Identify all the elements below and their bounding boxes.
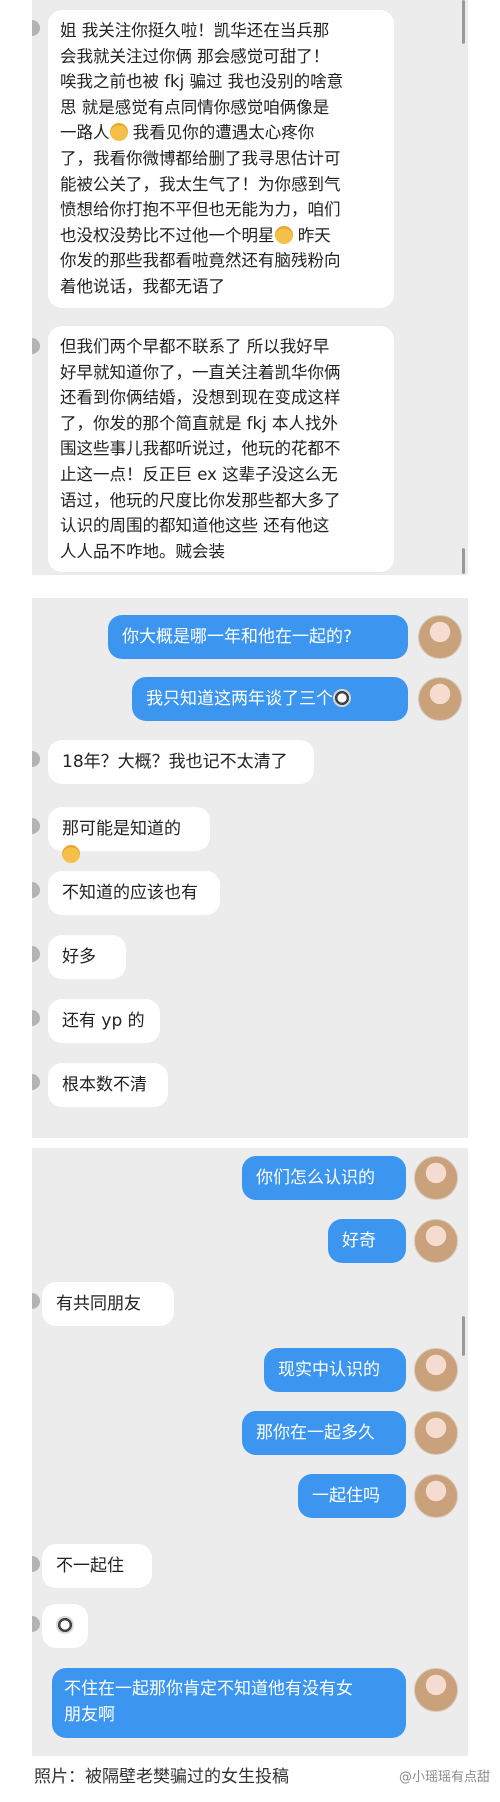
- message-line: 人人品不咋地。贼会装: [60, 541, 225, 561]
- outgoing-message-bubble[interactable]: 你们怎么认识的: [242, 1156, 406, 1200]
- message-line: 唉我之前也被 fkj 骗过 我也没别的啥意: [60, 72, 344, 92]
- incoming-message-bubble[interactable]: 那可能是知道的: [48, 807, 210, 863]
- message-line: 愤想给你打抱不平但也无能为力，咱们: [60, 200, 341, 220]
- scrollbar[interactable]: [462, 0, 465, 44]
- outgoing-message-bubble[interactable]: 我只知道这两年谈了三个: [132, 677, 408, 721]
- message-line: 认识的周围的都知道他这些 还有他这: [60, 516, 330, 536]
- avatar-edge: [32, 882, 40, 898]
- avatar-edge: [32, 1616, 40, 1632]
- avatar[interactable]: [418, 677, 462, 721]
- avatar[interactable]: [414, 1156, 458, 1200]
- message-line: 了，我看你微博都给删了我寻思估计可: [60, 148, 341, 168]
- message-line: 语过，他玩的尺度比你发那些都大多了: [60, 490, 341, 510]
- incoming-message-bubble[interactable]: 不一起住: [42, 1544, 152, 1588]
- husky-emoji-icon: [333, 689, 351, 707]
- outgoing-message-bubble[interactable]: 那你在一起多久: [242, 1411, 406, 1455]
- message-line: 不住在一起那你肯定不知道他有没有女: [64, 1679, 353, 1699]
- avatar-edge: [32, 946, 40, 962]
- message-line: 能被公关了，我太生气了！为你感到气: [60, 174, 341, 194]
- message-line: 着他说话，我都无语了: [60, 276, 225, 296]
- message-line: 也没权没势比不过他一个明星 昨天: [60, 225, 331, 245]
- chat-panel-3: 你们怎么认识的 好奇 有共同朋友 现实中认识的 那你在一起多久 一起住吗 不一起…: [32, 1148, 468, 1756]
- outgoing-message-bubble[interactable]: 不住在一起那你肯定不知道他有没有女 朋友啊: [52, 1668, 406, 1738]
- chat-panel-1: 姐 我关注你挺久啦！凯华还在当兵那 会我就关注过你俩 那会感觉可甜了！ 唉我之前…: [32, 0, 468, 575]
- avatar-edge: [32, 1010, 40, 1026]
- outgoing-message-bubble[interactable]: 你大概是哪一年和他在一起的?: [108, 615, 408, 659]
- message-line: 围这些事儿我都听说过，他玩的花都不: [60, 439, 341, 459]
- scrollbar[interactable]: [462, 1316, 465, 1356]
- message-line: 你发的那些我都看啦竟然还有脑残粉向: [60, 251, 341, 271]
- incoming-message-bubble[interactable]: 还有 yp 的: [48, 999, 160, 1043]
- avatar[interactable]: [414, 1348, 458, 1392]
- avatar-edge: [32, 1074, 40, 1090]
- sleepy-emoji-icon: [274, 225, 293, 244]
- avatar-edge: [32, 20, 40, 36]
- incoming-message-bubble[interactable]: [42, 1604, 88, 1648]
- laughing-emoji-icon: [62, 845, 80, 863]
- message-line: 好早就知道你了，一直关注着凯华你俩: [60, 362, 341, 382]
- avatar-edge: [32, 751, 40, 767]
- avatar[interactable]: [414, 1219, 458, 1263]
- message-line: 一路人 我看见你的遭遇太心疼你: [60, 123, 315, 143]
- incoming-message-bubble[interactable]: 不知道的应该也有: [48, 871, 220, 915]
- incoming-message-bubble[interactable]: 但我们两个早都不联系了 所以我好早 好早就知道你了，一直关注着凯华你俩 还看到你…: [48, 326, 394, 573]
- incoming-message-bubble[interactable]: 姐 我关注你挺久啦！凯华还在当兵那 会我就关注过你俩 那会感觉可甜了！ 唉我之前…: [48, 10, 394, 308]
- outgoing-message-bubble[interactable]: 现实中认识的: [264, 1348, 406, 1392]
- avatar-edge: [32, 1293, 40, 1309]
- avatar[interactable]: [414, 1668, 458, 1712]
- avatar[interactable]: [418, 615, 462, 659]
- message-line: 止这一点！反正巨 ex 这辈子没这么无: [60, 464, 338, 484]
- incoming-message-bubble[interactable]: 18年？大概？我也记不太清了: [48, 740, 314, 784]
- message-line: 思 就是感觉有点同情你感觉咱俩像是: [60, 97, 330, 117]
- incoming-message-bubble[interactable]: 好多: [48, 935, 126, 979]
- incoming-message-bubble[interactable]: 有共同朋友: [42, 1282, 174, 1326]
- avatar[interactable]: [414, 1474, 458, 1518]
- avatar-edge: [32, 338, 40, 354]
- avatar-edge: [32, 818, 40, 834]
- avatar-edge: [32, 1556, 40, 1572]
- watermark: @小瑶瑶有点甜: [398, 1770, 490, 1785]
- message-line: 会我就关注过你俩 那会感觉可甜了！: [60, 46, 330, 66]
- avatar[interactable]: [414, 1411, 458, 1455]
- message-line: 但我们两个早都不联系了 所以我好早: [60, 337, 330, 356]
- message-line: 还看到你俩结婚，没想到现在变成这样: [60, 388, 341, 408]
- message-line: 姐 我关注你挺久啦！凯华还在当兵那: [60, 21, 330, 40]
- outgoing-message-bubble[interactable]: 好奇: [328, 1219, 406, 1263]
- photo-caption: 照片：被隔壁老樊骗过的女生投稿: [34, 1767, 289, 1787]
- chat-panel-2: 你大概是哪一年和他在一起的? 我只知道这两年谈了三个 18年？大概？我也记不太清…: [32, 598, 468, 1138]
- smile-emoji-icon: [109, 123, 128, 142]
- message-line: 了，你发的那个简直就是 fkj 本人找外: [60, 413, 338, 433]
- outgoing-message-bubble[interactable]: 一起住吗: [298, 1474, 406, 1518]
- scrollbar[interactable]: [462, 548, 465, 574]
- message-line: 朋友啊: [64, 1705, 115, 1725]
- husky-emoji-icon: [56, 1616, 74, 1634]
- incoming-message-bubble[interactable]: 根本数不清: [48, 1063, 168, 1107]
